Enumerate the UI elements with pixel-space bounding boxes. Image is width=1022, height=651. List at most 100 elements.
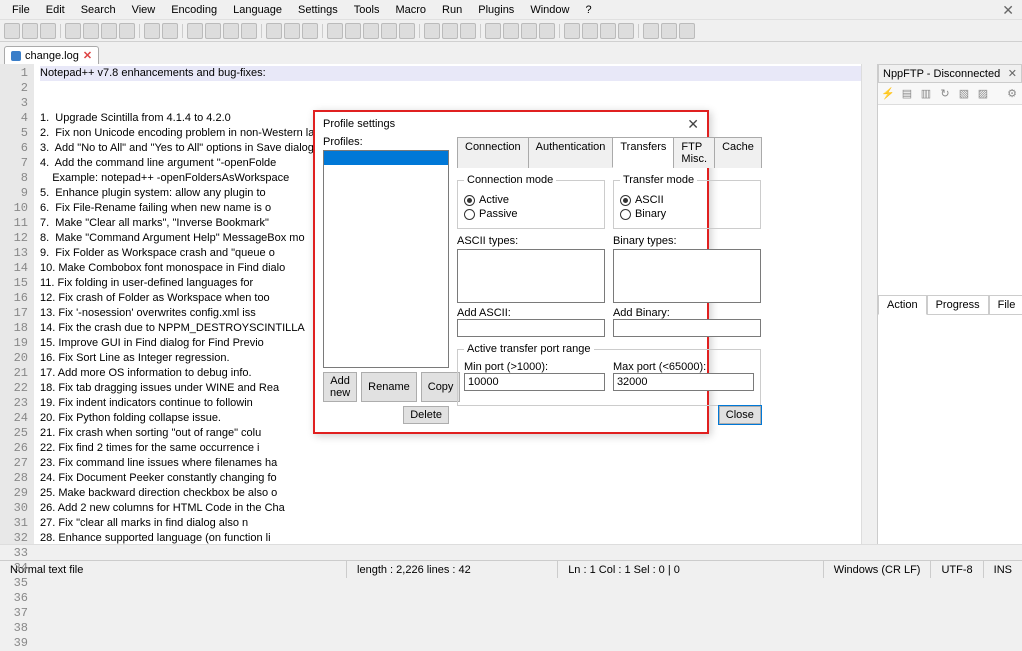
dialog-close-icon[interactable]: ✕ — [687, 116, 699, 133]
toolbar-icon[interactable] — [503, 23, 519, 39]
sb-position: Ln : 1 Col : 1 Sel : 0 | 0 — [558, 561, 824, 578]
max-port-input[interactable] — [613, 373, 754, 391]
radio-active[interactable]: Active — [464, 194, 598, 206]
toolbar-icon[interactable] — [302, 23, 318, 39]
toolbar-icon[interactable] — [485, 23, 501, 39]
menu-tools[interactable]: Tools — [346, 2, 388, 18]
close-button[interactable]: Close — [719, 406, 761, 424]
menubar: FileEditSearchViewEncodingLanguageSettin… — [0, 0, 1022, 20]
toolbar-icon[interactable] — [241, 23, 257, 39]
menu-plugins[interactable]: Plugins — [470, 2, 522, 18]
add-binary-label: Add Binary: — [613, 307, 761, 319]
download-icon[interactable]: ▥ — [918, 86, 934, 102]
toolbar-icon[interactable] — [460, 23, 476, 39]
panel-tree[interactable] — [878, 105, 1022, 295]
toolbar-icon[interactable] — [162, 23, 178, 39]
toolbar-icon[interactable] — [521, 23, 537, 39]
toolbar-icon[interactable] — [65, 23, 81, 39]
toolbar-icon[interactable] — [223, 23, 239, 39]
toolbar-icon[interactable] — [144, 23, 160, 39]
radio-passive[interactable]: Passive — [464, 208, 598, 220]
toolbar-icon[interactable] — [4, 23, 20, 39]
min-port-input[interactable] — [464, 373, 605, 391]
add-new-button[interactable]: Add new — [323, 372, 357, 402]
menu-edit[interactable]: Edit — [38, 2, 73, 18]
menu-search[interactable]: Search — [73, 2, 124, 18]
tab-connection[interactable]: Connection — [457, 137, 529, 168]
sb-filetype: Normal text file — [0, 561, 347, 578]
main-toolbar — [0, 20, 1022, 42]
menu-encoding[interactable]: Encoding — [163, 2, 225, 18]
menu-language[interactable]: Language — [225, 2, 290, 18]
settings-section: Connection Authentication Transfers FTP … — [457, 136, 761, 424]
connection-mode-group: Connection mode Active Passive — [457, 174, 605, 229]
app-close-icon[interactable]: ✕ — [1002, 2, 1014, 19]
toolbar-icon[interactable] — [83, 23, 99, 39]
tab-bar: change.log ✕ — [0, 42, 1022, 64]
abort-icon[interactable]: ▧ — [956, 86, 972, 102]
add-ascii-input[interactable] — [457, 319, 605, 337]
radio-ascii[interactable]: ASCII — [620, 194, 754, 206]
menu-?[interactable]: ? — [577, 2, 599, 18]
sb-insert: INS — [984, 561, 1022, 578]
menu-file[interactable]: File — [4, 2, 38, 18]
vertical-scrollbar[interactable] — [861, 64, 877, 544]
tab-cache[interactable]: Cache — [714, 137, 762, 168]
toolbar-icon[interactable] — [381, 23, 397, 39]
add-ascii-label: Add ASCII: — [457, 307, 605, 319]
toolbar-icon[interactable] — [582, 23, 598, 39]
dialog-titlebar: Profile settings ✕ — [315, 112, 707, 136]
tab-action[interactable]: Action — [878, 296, 927, 315]
toolbar-icon[interactable] — [345, 23, 361, 39]
tab-authentication[interactable]: Authentication — [528, 137, 614, 168]
profiles-list[interactable] — [323, 150, 449, 368]
rename-button[interactable]: Rename — [361, 372, 417, 402]
toolbar-icon[interactable] — [600, 23, 616, 39]
toolbar-icon[interactable] — [205, 23, 221, 39]
toolbar-icon[interactable] — [643, 23, 659, 39]
toolbar-icon[interactable] — [424, 23, 440, 39]
menu-window[interactable]: Window — [522, 2, 577, 18]
file-tab[interactable]: change.log ✕ — [4, 46, 99, 64]
toolbar-icon[interactable] — [119, 23, 135, 39]
radio-binary[interactable]: Binary — [620, 208, 754, 220]
toolbar-icon[interactable] — [327, 23, 343, 39]
transfer-mode-group: Transfer mode ASCII Binary — [613, 174, 761, 229]
panel-close-icon[interactable]: ✕ — [1008, 67, 1017, 80]
tab-transfers[interactable]: Transfers — [612, 137, 674, 168]
upload-icon[interactable]: ▤ — [899, 86, 915, 102]
menu-settings[interactable]: Settings — [290, 2, 346, 18]
settings-icon[interactable]: ⚙ — [1004, 86, 1020, 102]
tab-progress[interactable]: Progress — [927, 296, 989, 315]
menu-view[interactable]: View — [124, 2, 164, 18]
binary-types-list[interactable] — [613, 249, 761, 303]
toolbar-icon[interactable] — [618, 23, 634, 39]
connect-icon[interactable]: ⚡ — [880, 86, 896, 102]
close-tab-icon[interactable]: ✕ — [83, 49, 92, 62]
toolbar-icon[interactable] — [679, 23, 695, 39]
refresh-icon[interactable]: ↻ — [937, 86, 953, 102]
menu-run[interactable]: Run — [434, 2, 470, 18]
toolbar-icon[interactable] — [363, 23, 379, 39]
toolbar-icon[interactable] — [40, 23, 56, 39]
messages-icon[interactable]: ▨ — [975, 86, 991, 102]
tab-ftpmisc[interactable]: FTP Misc. — [673, 137, 715, 168]
toolbar-icon[interactable] — [564, 23, 580, 39]
toolbar-icon[interactable] — [187, 23, 203, 39]
menu-macro[interactable]: Macro — [387, 2, 434, 18]
profile-selected-item[interactable] — [324, 151, 448, 165]
toolbar-icon[interactable] — [539, 23, 555, 39]
toolbar-icon[interactable] — [442, 23, 458, 39]
tab-file[interactable]: File — [989, 296, 1022, 315]
toolbar-icon[interactable] — [22, 23, 38, 39]
delete-button[interactable]: Delete — [403, 406, 449, 424]
ascii-types-list[interactable] — [457, 249, 605, 303]
toolbar-icon[interactable] — [661, 23, 677, 39]
toolbar-icon[interactable] — [399, 23, 415, 39]
toolbar-icon[interactable] — [101, 23, 117, 39]
add-binary-input[interactable] — [613, 319, 761, 337]
copy-button[interactable]: Copy — [421, 372, 461, 402]
toolbar-icon[interactable] — [284, 23, 300, 39]
horizontal-scrollbar[interactable] — [0, 544, 1022, 560]
toolbar-icon[interactable] — [266, 23, 282, 39]
